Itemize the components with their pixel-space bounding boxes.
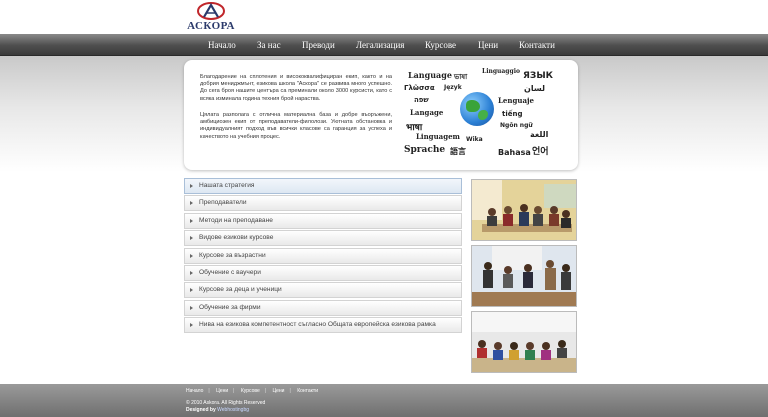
lang-word: Language <box>408 70 452 80</box>
lang-word: Linguaggio <box>482 68 520 75</box>
menu-item-language-levels[interactable]: Нива на езикова компетентност съгласно О… <box>184 317 462 334</box>
nav-item-contacts[interactable]: Контакти <box>519 34 555 56</box>
menu-item-label: Преподаватели <box>199 199 247 207</box>
lang-word: 언어 <box>532 147 549 157</box>
lang-word: Wika <box>466 136 483 143</box>
menu-item-adult-courses[interactable]: Курсове за възрастни <box>184 247 462 264</box>
footer-link-courses[interactable]: Курсове <box>241 388 260 394</box>
nav-item-courses[interactable]: Курсове <box>425 34 456 56</box>
menu-item-label: Обучение за фирми <box>199 303 261 311</box>
language-word-cloud: Language ভাষা Linguaggio ЯЗЫК Γλῶσσα Jęz… <box>404 64 564 164</box>
menu-item-label: Обучение с ваучери <box>199 268 261 276</box>
footer-copyright: © 2010 Askora. All Rights Reserved <box>186 400 266 406</box>
lang-word: Ngôn ngữ <box>500 122 533 129</box>
lang-word: Język <box>444 84 462 91</box>
menu-item-strategy[interactable]: Нашата стратегия <box>184 178 462 194</box>
classroom-photo-1 <box>471 179 577 241</box>
side-menu: Нашата стратегия Преподаватели Методи на… <box>184 178 462 335</box>
arrow-right-icon <box>190 288 193 293</box>
footer-link-home[interactable]: Начало <box>186 388 203 394</box>
arrow-right-icon <box>190 201 193 206</box>
nav-item-translations[interactable]: Преводи <box>302 34 335 56</box>
nav-item-about[interactable]: За нас <box>257 34 281 56</box>
menu-item-label: Нива на езикова компетентност съгласно О… <box>199 321 436 329</box>
menu-item-course-types[interactable]: Видове езикови курсове <box>184 230 462 247</box>
lang-word: 語言 <box>450 147 466 156</box>
logo[interactable]: АСКОРА <box>186 2 236 32</box>
classroom-photo-2-image <box>472 246 576 306</box>
menu-item-label: Нашата стратегия <box>199 182 255 189</box>
intro-paragraph-2: Цялата разполага с отлична материална ба… <box>200 112 392 140</box>
menu-item-label: Курсове за деца и ученици <box>199 286 282 294</box>
lang-word: Linguagem <box>416 132 460 141</box>
menu-item-kids-courses[interactable]: Курсове за деца и ученици <box>184 282 462 299</box>
footer-separator: | <box>233 388 235 394</box>
arrow-right-icon <box>190 323 193 328</box>
menu-item-label: Видове езикови курсове <box>199 234 274 242</box>
designed-by-label: Designed by <box>186 407 216 413</box>
intro-panel: Благодарение на сплотения и висококвалиф… <box>184 60 578 170</box>
lang-word: Langage <box>410 108 444 117</box>
lang-word: tiếng <box>502 110 523 118</box>
lang-word: لسان <box>524 84 545 93</box>
nav-item-prices[interactable]: Цени <box>478 34 498 56</box>
footer-separator: | <box>208 388 210 394</box>
lang-word: ভাষা <box>454 73 468 81</box>
lang-word: ЯЗЫК <box>523 71 554 81</box>
lang-word: Γλῶσσα <box>404 84 435 92</box>
designer-link[interactable]: Webhostingbg <box>217 407 249 413</box>
footer-links: Начало | Цени | Курсове | Цени | Контакти <box>186 388 318 396</box>
menu-item-label: Методи на преподаване <box>199 216 273 224</box>
classroom-photo-2 <box>471 245 577 307</box>
footer-separator: | <box>264 388 267 394</box>
intro-paragraph-1: Благодарение на сплотения и висококвалиф… <box>200 74 392 102</box>
menu-item-vouchers[interactable]: Обучение с ваучери <box>184 264 462 281</box>
menu-item-methods[interactable]: Методи на преподаване <box>184 212 462 229</box>
arrow-right-icon <box>190 270 193 275</box>
lang-word: Sprache <box>404 145 446 155</box>
main-navigation: Начало За нас Преводи Легализация Курсов… <box>0 34 768 56</box>
logo-mark-icon <box>197 2 225 20</box>
footer-separator: | <box>289 388 291 394</box>
lang-word: اللغة <box>530 130 549 139</box>
footer-link-prices[interactable]: Цени <box>216 388 228 394</box>
top-bar: АСКОРА <box>0 0 768 34</box>
classroom-photo-1-image <box>472 180 576 240</box>
menu-item-label: Курсове за възрастни <box>199 251 266 259</box>
globe-icon <box>460 92 494 126</box>
arrow-right-icon <box>190 236 193 241</box>
lang-word: שפה <box>414 96 429 104</box>
arrow-right-icon <box>190 305 193 310</box>
lang-word: Bahasa <box>498 148 531 157</box>
footer-link-prices-2[interactable]: Цени <box>272 388 284 394</box>
classroom-photo-3-image <box>472 312 576 372</box>
logo-text: АСКОРА <box>187 20 235 32</box>
arrow-right-icon <box>190 253 193 258</box>
classroom-photo-3 <box>471 311 577 373</box>
nav-item-legalization[interactable]: Легализация <box>356 34 404 56</box>
menu-item-companies[interactable]: Обучение за фирми <box>184 299 462 316</box>
arrow-right-icon <box>190 184 193 188</box>
nav-item-home[interactable]: Начало <box>208 34 236 56</box>
arrow-right-icon <box>190 218 193 223</box>
footer: Начало | Цени | Курсове | Цени | Контакти © … <box>0 384 768 417</box>
lang-word: Lenguaje <box>498 96 534 105</box>
footer-designed-by: Designed by Webhostingbg <box>186 407 249 413</box>
menu-item-teachers[interactable]: Преподаватели <box>184 195 462 212</box>
footer-link-contacts[interactable]: Контакти <box>297 388 318 394</box>
